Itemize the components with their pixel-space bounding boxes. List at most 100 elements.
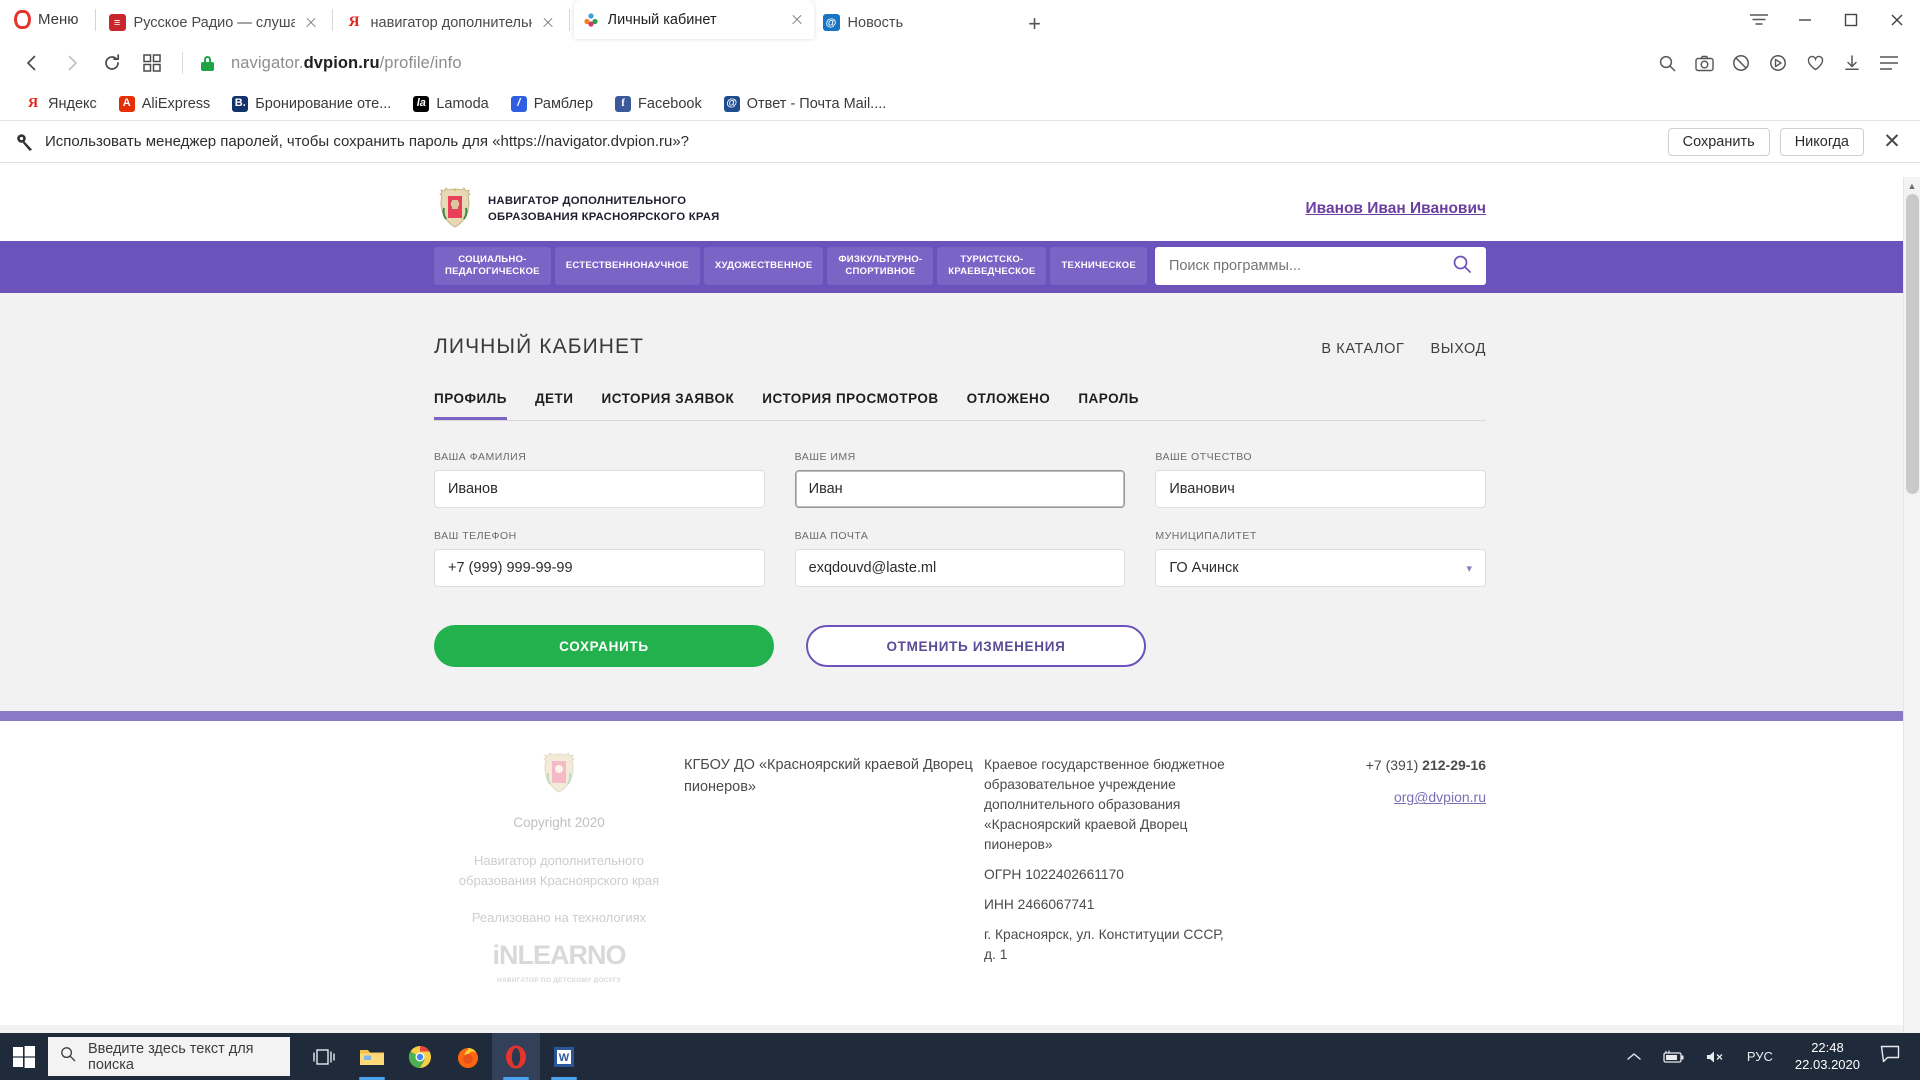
site-security-badge[interactable] (195, 55, 214, 71)
firefox-icon[interactable] (444, 1033, 492, 1080)
action-center-icon[interactable] (1872, 1045, 1914, 1068)
field-label: ВАШЕ ОТЧЕСТВО (1155, 451, 1253, 463)
tab-password[interactable]: ПАРОЛЬ (1078, 391, 1139, 420)
browser-menu-icon[interactable] (1872, 46, 1906, 80)
bookmark-item[interactable]: @ Ответ - Почта Mail.... (713, 91, 898, 117)
close-icon[interactable] (303, 15, 319, 31)
show-hidden-icons-button[interactable] (1617, 1052, 1651, 1062)
phone-field-wrap (434, 549, 765, 587)
nav-item-natural-science[interactable]: ЕСТЕСТВЕННОНАУЧНОЕ (554, 247, 700, 285)
bookmark-item[interactable]: la Lamoda (402, 91, 499, 117)
footer-col-org-details: Краевое государственное бюджетное образо… (984, 751, 1229, 985)
search-in-page-icon[interactable] (1650, 46, 1684, 80)
footer-org-short: КГБОУ ДО «Красноярский краевой Дворец пи… (684, 757, 973, 795)
tab-children[interactable]: ДЕТИ (535, 391, 574, 420)
address-bar[interactable]: navigator.dvpion.ru/profile/info (231, 54, 462, 73)
chrome-icon[interactable] (396, 1033, 444, 1080)
radio-icon: ≡ (108, 14, 126, 31)
language-indicator[interactable]: РУС (1737, 1049, 1783, 1064)
tab-saved[interactable]: ОТЛОЖЕНО (967, 391, 1051, 420)
close-window-button[interactable] (1874, 0, 1920, 39)
snapshot-icon[interactable] (1687, 46, 1721, 80)
tab-view-history[interactable]: ИСТОРИЯ ПРОСМОТРОВ (762, 391, 938, 420)
vpn-send-icon[interactable] (1761, 46, 1795, 80)
close-icon[interactable] (540, 15, 556, 31)
close-icon[interactable] (789, 12, 805, 28)
back-button[interactable] (14, 45, 50, 81)
opera-icon[interactable] (492, 1033, 540, 1080)
footer-email-link[interactable]: org@dvpion.ru (1229, 787, 1486, 807)
taskbar-search-placeholder: Введите здесь текст для поиска (88, 1040, 254, 1073)
heart-icon[interactable] (1798, 46, 1832, 80)
nav-item-social-pedagogical[interactable]: СОЦИАЛЬНО- ПЕДАГОГИЧЕСКОЕ (434, 247, 551, 285)
browser-tab-1[interactable]: ≡ Русское Радио — слушать (100, 6, 328, 39)
bookmark-item[interactable]: A AliExpress (108, 91, 222, 117)
volume-muted-icon[interactable] (1695, 1050, 1737, 1064)
bookmarks-bar: Я Яндекс A AliExpress B. Бронирование от… (0, 87, 1920, 121)
search-input[interactable] (1168, 258, 1452, 274)
speed-dial-button[interactable] (134, 45, 170, 81)
new-tab-button[interactable]: + (1020, 9, 1050, 39)
word-icon[interactable]: W (540, 1033, 588, 1080)
sidebar-toggle-icon[interactable] (1736, 0, 1782, 39)
task-view-icon[interactable] (300, 1033, 348, 1080)
bookmark-item[interactable]: Я Яндекс (14, 91, 108, 117)
scroll-up-arrow-icon[interactable]: ▲ (1904, 177, 1920, 194)
close-icon[interactable]: ✕ (1878, 128, 1906, 156)
user-profile-link[interactable]: Иванов Иван Иванович (1306, 200, 1486, 218)
bookmark-label: AliExpress (141, 95, 211, 112)
window-controls (1736, 0, 1920, 39)
bookmark-item[interactable]: B. Бронирование оте... (221, 91, 402, 117)
catalog-link[interactable]: В КАТАЛОГ (1321, 341, 1404, 357)
nav-item-physical-sport[interactable]: ФИЗКУЛЬТУРНО- СПОРТИВНОЕ (827, 247, 934, 285)
save-password-button[interactable]: Сохранить (1667, 127, 1770, 156)
logout-link[interactable]: ВЫХОД (1431, 341, 1486, 357)
reload-button[interactable] (94, 45, 130, 81)
file-explorer-icon[interactable] (348, 1033, 396, 1080)
tab-strip: Меню ≡ Русское Радио — слушать Я навигат… (0, 0, 1920, 39)
opera-menu-button[interactable]: Меню (0, 0, 91, 39)
bookmark-item[interactable]: f Facebook (604, 91, 713, 117)
nav-item-technical[interactable]: ТЕХНИЧЕСКОЕ (1050, 247, 1147, 285)
minimize-button[interactable] (1782, 0, 1828, 39)
lastname-input[interactable] (434, 470, 765, 508)
cancel-changes-button[interactable]: ОТМЕНИТЬ ИЗМЕНЕНИЯ (806, 625, 1146, 667)
browser-tab-2[interactable]: Я навигатор дополнительно (337, 6, 565, 39)
municipality-select[interactable]: ГО Ачинск ▾ (1155, 549, 1486, 587)
field-label: ВАШЕ ИМЯ (794, 451, 856, 463)
ad-blocker-icon[interactable] (1724, 46, 1758, 80)
program-search-box[interactable] (1154, 247, 1486, 285)
email-input[interactable] (794, 549, 1126, 587)
form-actions: СОХРАНИТЬ ОТМЕНИТЬ ИЗМЕНЕНИЯ (434, 625, 1486, 667)
tab-title: Личный кабинет (607, 11, 717, 28)
bookmark-item[interactable]: / Рамблер (500, 91, 604, 117)
phone-input[interactable] (434, 549, 765, 587)
save-button[interactable]: СОХРАНИТЬ (434, 625, 774, 667)
nav-item-artistic[interactable]: ХУДОЖЕСТВЕННОЕ (703, 247, 824, 285)
middlename-input[interactable] (1155, 470, 1486, 508)
maximize-button[interactable] (1828, 0, 1874, 39)
forward-button[interactable] (54, 45, 90, 81)
taskbar-clock[interactable]: 22:48 22.03.2020 (1783, 1040, 1872, 1073)
field-group-firstname: ВАШЕ ИМЯ (794, 451, 1126, 508)
nav-item-tourism-local-history[interactable]: ТУРИСТСКО- КРАЕВЕДЧЕСКОЕ (937, 247, 1047, 285)
browser-tab-4[interactable]: @ Новость (814, 6, 1014, 39)
page-viewport: НАВИГАТОР ДОПОЛНИТЕЛЬНОГО ОБРАЗОВАНИЯ КР… (0, 177, 1920, 1033)
start-button[interactable] (0, 1033, 48, 1080)
tab-application-history[interactable]: ИСТОРИЯ ЗАЯВОК (602, 391, 735, 420)
tab-profile[interactable]: ПРОФИЛЬ (434, 391, 507, 420)
scrollbar-thumb[interactable] (1906, 194, 1919, 494)
field-group-email: ВАША ПОЧТА (794, 530, 1126, 587)
browser-tab-3-active[interactable]: Личный кабинет (573, 0, 814, 39)
taskbar-search-box[interactable]: Введите здесь текст для поиска (48, 1037, 290, 1076)
windows-taskbar: Введите здесь текст для поиска W РУС 22:… (0, 1033, 1920, 1080)
password-bar-actions: Сохранить Никогда ✕ (1667, 127, 1906, 156)
download-icon[interactable] (1835, 46, 1869, 80)
battery-icon[interactable] (1651, 1050, 1695, 1064)
footer-col-org-short: КГБОУ ДО «Красноярский краевой Дворец пи… (684, 751, 984, 985)
yandex-icon: Я (345, 14, 363, 31)
never-save-password-button[interactable]: Никогда (1779, 127, 1864, 156)
page-scrollbar[interactable]: ▲ (1903, 177, 1920, 1033)
search-icon[interactable] (1452, 254, 1472, 279)
firstname-input[interactable] (794, 470, 1126, 508)
